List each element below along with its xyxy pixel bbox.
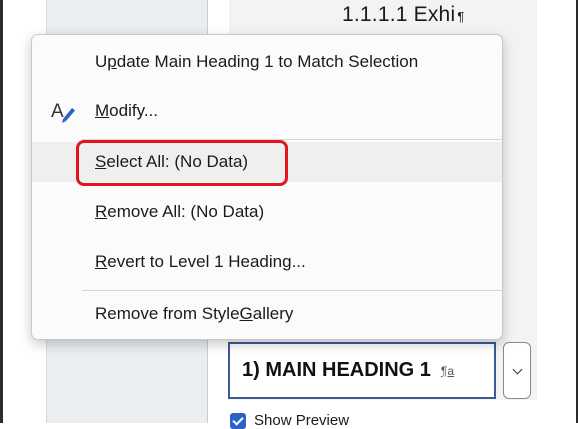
menu-accelerator: G bbox=[239, 304, 253, 323]
show-preview-row[interactable]: Show Preview bbox=[230, 412, 349, 429]
menu-item-remove-from-gallery[interactable]: Remove from Style Gallery bbox=[32, 294, 502, 334]
menu-label-part: U bbox=[95, 52, 108, 71]
pilcrow-icon: ¶ bbox=[457, 9, 465, 24]
menu-label-part: date Main Heading 1 to Match Selection bbox=[116, 52, 419, 71]
show-preview-checkbox[interactable] bbox=[230, 412, 246, 429]
menu-accelerator: p bbox=[107, 52, 117, 71]
menu-separator bbox=[82, 290, 502, 291]
heading-preview-label: 1.1.1.1 Exhi bbox=[342, 3, 456, 26]
menu-label-part: elect All: (No Data) bbox=[106, 152, 249, 171]
menu-item-update-to-match[interactable]: Up date Main Heading 1 to Match Selection bbox=[32, 42, 502, 82]
menu-separator bbox=[82, 139, 502, 140]
menu-label-part: evert to Level 1 Heading... bbox=[107, 252, 306, 271]
menu-item-modify[interactable]: A Modify... bbox=[32, 91, 502, 131]
linked-style-icon: ¶a bbox=[440, 363, 455, 378]
show-preview-label: Show Preview bbox=[254, 412, 350, 429]
menu-label-part: Remove from Style bbox=[95, 304, 240, 323]
menu-label-part: emove All: (No Data) bbox=[107, 202, 265, 221]
svg-text:A: A bbox=[51, 101, 64, 122]
menu-item-remove-all[interactable]: Remove All: (No Data) bbox=[32, 192, 502, 232]
chevron-down-icon bbox=[512, 364, 522, 374]
style-dropdown-button[interactable] bbox=[503, 342, 531, 399]
style-context-menu: Up date Main Heading 1 to Match Selection… bbox=[31, 34, 503, 340]
style-name: 1) MAIN HEADING 1 bbox=[242, 359, 431, 381]
menu-label-part: odify... bbox=[109, 101, 158, 120]
menu-label-part: allery bbox=[252, 304, 294, 323]
menu-accelerator: R bbox=[95, 252, 108, 271]
heading-preview-text: 1.1.1.1 Exhi ¶ bbox=[342, 3, 465, 27]
menu-accelerator: R bbox=[95, 202, 108, 221]
modify-style-pen-icon: A bbox=[51, 101, 75, 123]
menu-item-select-all[interactable]: Select All: (No Data) bbox=[32, 142, 502, 182]
menu-accelerator: S bbox=[95, 152, 107, 171]
menu-accelerator: M bbox=[95, 101, 110, 120]
style-gallery-item[interactable]: 1) MAIN HEADING 1 ¶a bbox=[228, 342, 496, 399]
menu-item-revert-to-heading[interactable]: Revert to Level 1 Heading... bbox=[32, 242, 502, 282]
